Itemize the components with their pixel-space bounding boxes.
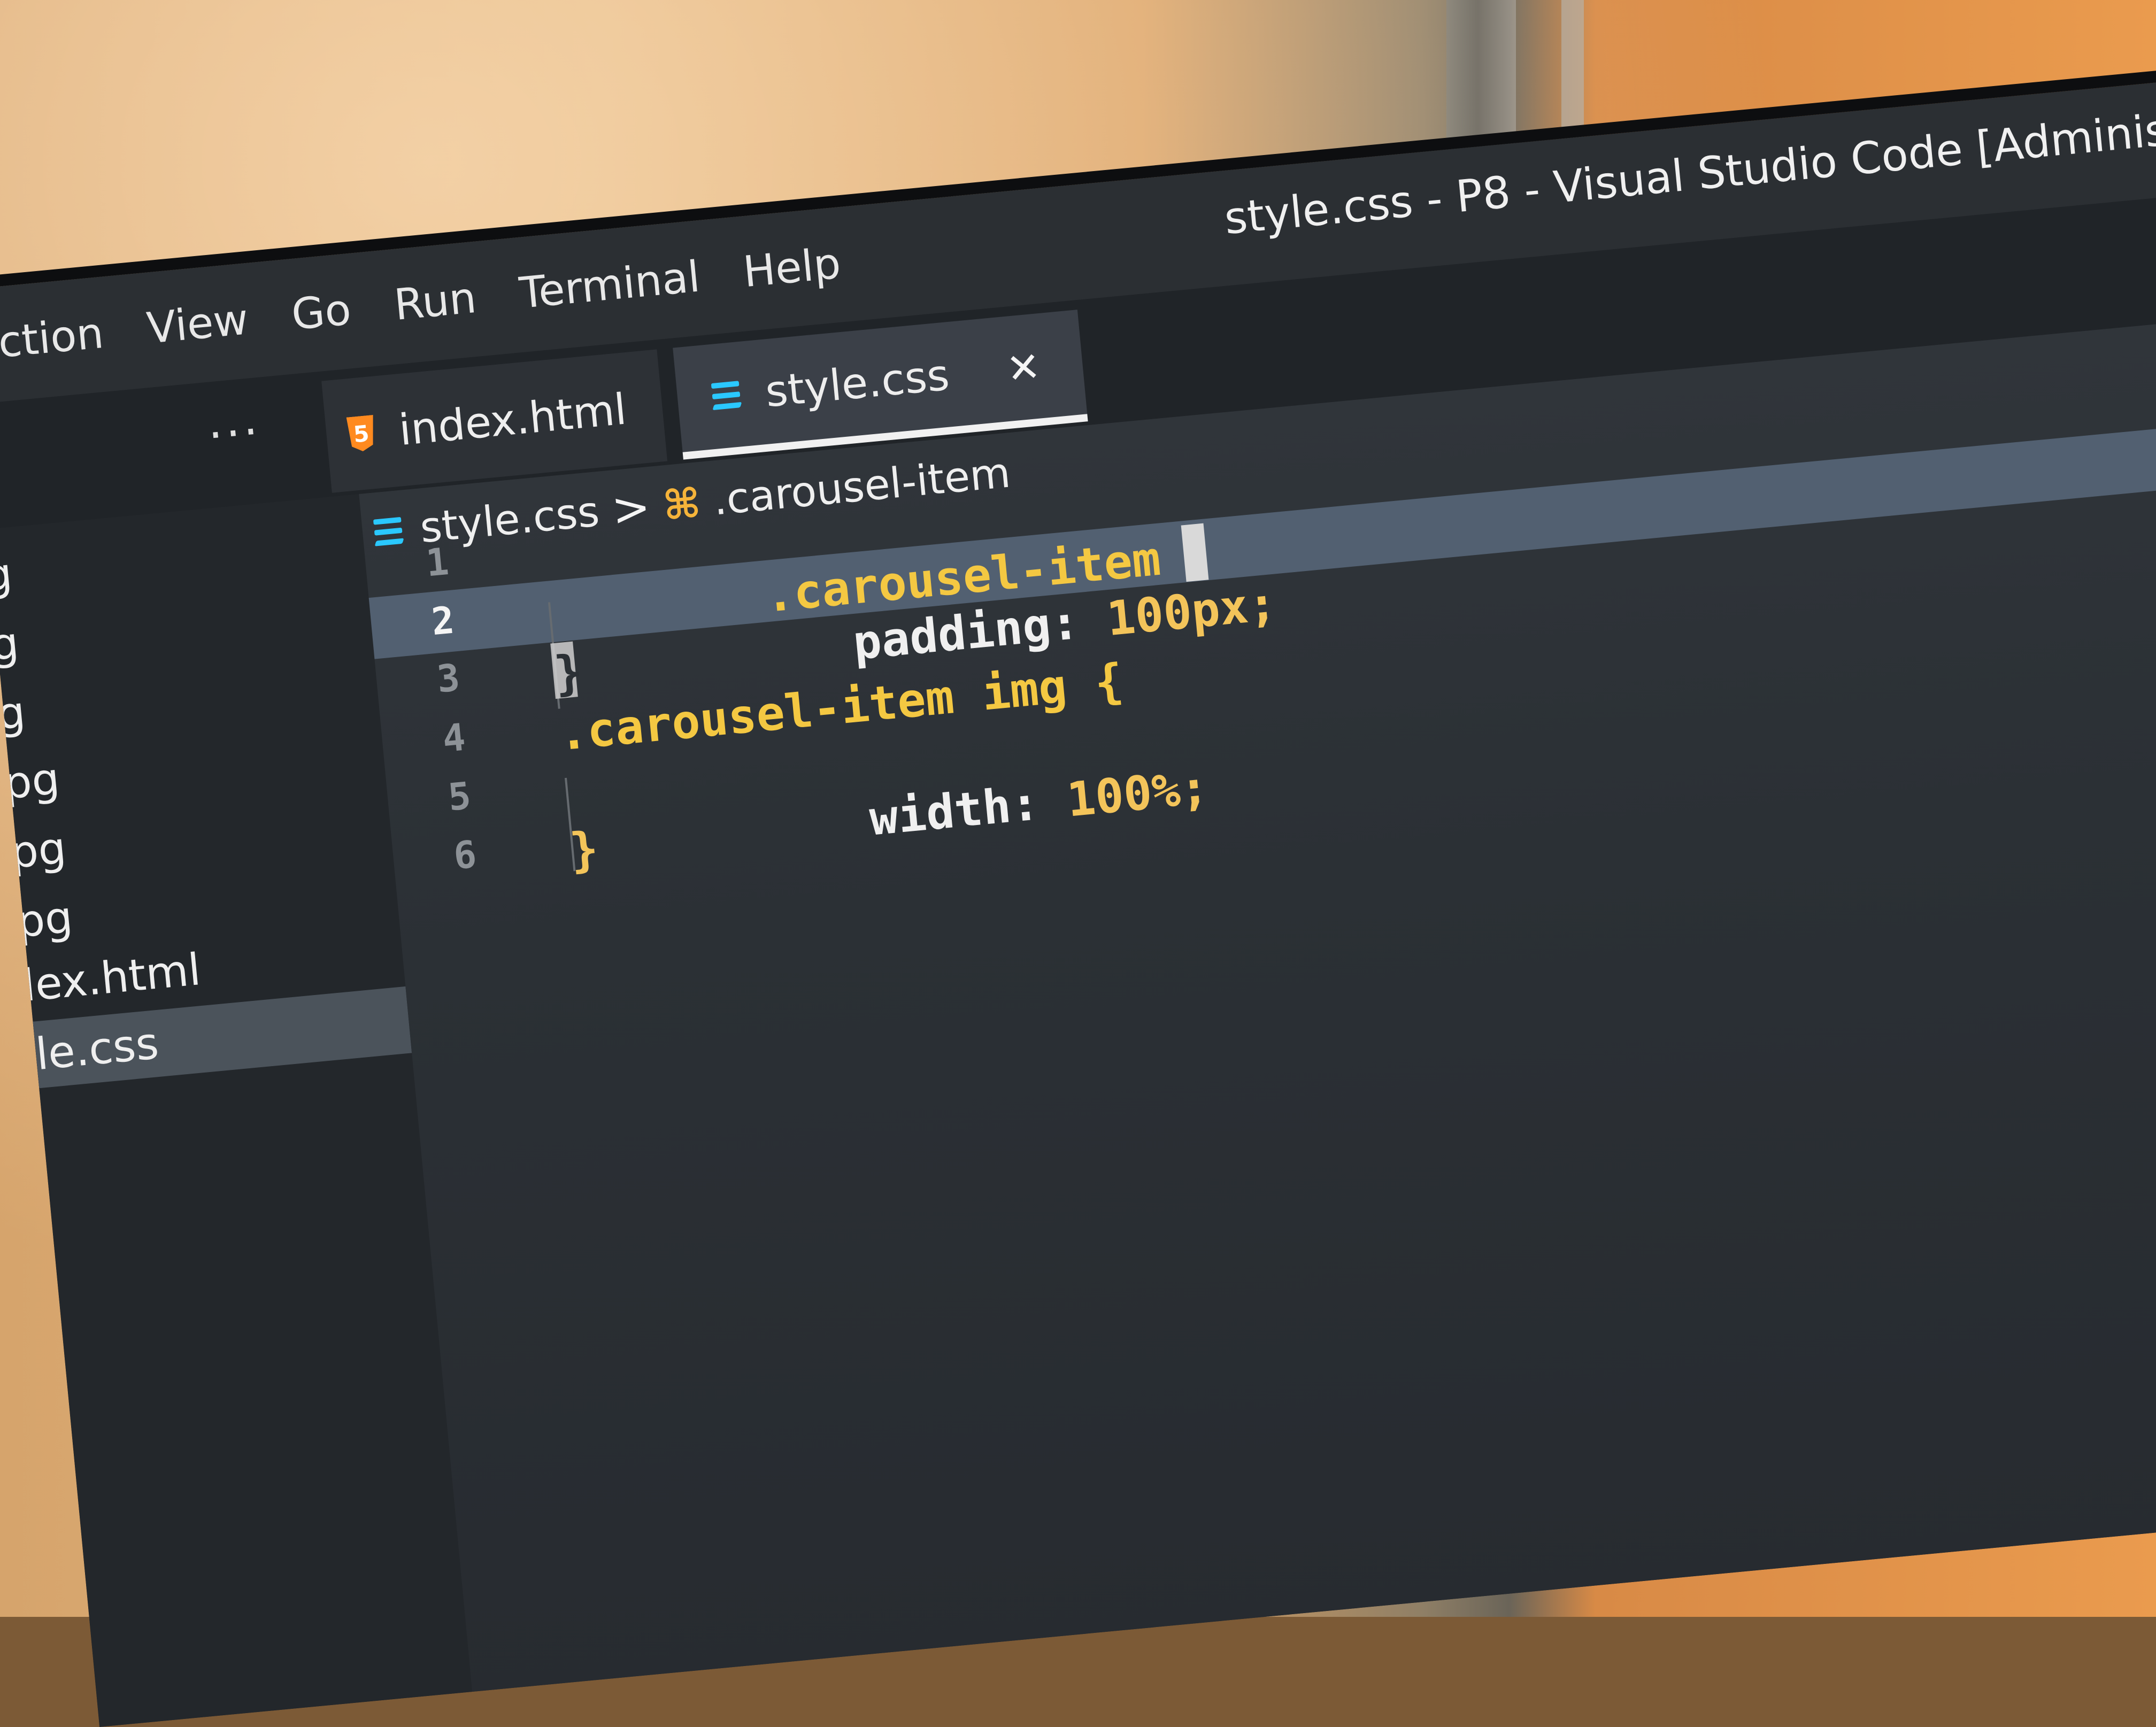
html-file-icon: 5 (342, 414, 381, 453)
line-number: 5 (446, 774, 473, 820)
line-number: 4 (441, 715, 467, 761)
tab-style-css-label: style.css (763, 349, 952, 417)
menu-run[interactable]: Run (392, 273, 478, 330)
more-actions-button[interactable]: ... (205, 392, 263, 450)
menu-view[interactable]: View (144, 294, 250, 353)
css-file-icon (705, 373, 747, 418)
sidebar-active-label: le.css (33, 1018, 161, 1081)
sidebar-file-item[interactable]: g (0, 549, 14, 602)
closing-brace: } (567, 821, 601, 878)
sidebar-file-item[interactable]: g (0, 618, 21, 670)
line-number-active: 2 (429, 598, 457, 644)
line-number: 6 (451, 832, 479, 878)
sidebar-file-item-index-html[interactable]: lex.html (21, 944, 203, 1012)
line-number: 1 (424, 539, 451, 585)
menu-go[interactable]: Go (289, 284, 353, 340)
vscode-window: ection View Go Run Terminal Help style.c… (0, 61, 2156, 1727)
menu-terminal[interactable]: Terminal (518, 251, 702, 318)
menu-help[interactable]: Help (741, 238, 843, 297)
menu-selection[interactable]: ection (0, 308, 106, 370)
close-icon[interactable]: ✕ (1004, 342, 1043, 393)
code-editor[interactable]: style.css > ⌘ .carousel-item 1 .carousel… (359, 313, 2156, 1718)
closing-brace: } (551, 644, 586, 701)
tab-index-html-label: index.html (397, 383, 629, 455)
line-number: 3 (435, 656, 462, 701)
